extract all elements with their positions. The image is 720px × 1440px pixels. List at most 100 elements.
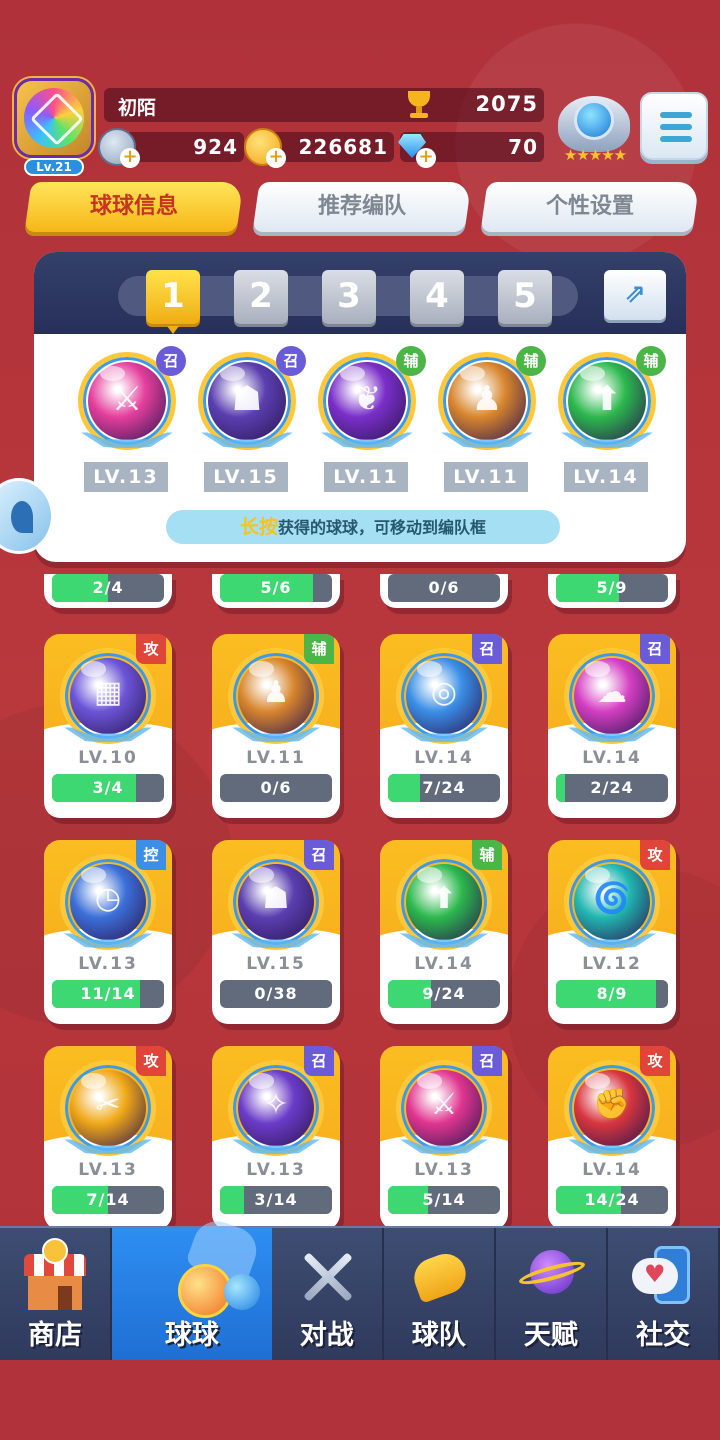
tab-label: 推荐编队 (317, 194, 406, 219)
ball-glyph: ✊ (593, 1086, 631, 1122)
tab-ball-info[interactable]: 球球信息 (24, 182, 244, 232)
ball-type-tag: 辅 (304, 634, 334, 664)
formation-slot-3[interactable]: 3 (322, 270, 376, 324)
ball-card[interactable]: ✂ 攻 LV.13 7/14 (44, 1046, 172, 1230)
nav-shop[interactable]: 商店 (0, 1228, 113, 1360)
gold-resource[interactable]: + 226681 (244, 128, 394, 168)
nav-balls[interactable]: 球球 (112, 1214, 272, 1360)
card-progress-bar: 11/14 (52, 980, 164, 1008)
ball-card[interactable]: ◷ 控 LV.13 11/14 (44, 840, 172, 1024)
card-progress-bar: 5/14 (388, 1186, 500, 1214)
ball-card[interactable]: ⚔ 召 LV.13 5/14 (380, 1046, 508, 1230)
ball-type-tag: 召 (304, 1046, 334, 1076)
swords-icon (292, 1240, 362, 1310)
card-level: LV.14 (414, 748, 474, 768)
player-avatar[interactable]: Lv.21 (10, 74, 98, 176)
whistle-icon (404, 1240, 474, 1310)
ball-glyph: ◎ (430, 674, 458, 710)
ball-glyph: ⬆ (431, 880, 457, 916)
ball-glyph: ❦ (352, 379, 382, 420)
player-name: 初陌 (118, 97, 157, 119)
add-diamond-icon[interactable]: + (416, 148, 436, 168)
formation-ball[interactable]: ⚔ 召 (72, 346, 186, 454)
ball-card-partial[interactable]: 5/9 (548, 574, 676, 608)
nav-label: 球球 (164, 1320, 219, 1351)
formation-slot-4[interactable]: 4 (410, 270, 464, 324)
formation-slot-1[interactable]: 1 (146, 270, 200, 334)
card-progress-bar: 2/24 (556, 774, 668, 802)
bottom-nav: 商店 球球 对战 球队 天赋 社交 (0, 1214, 720, 1360)
ball-card[interactable]: 🌀 攻 LV.12 8/9 (548, 840, 676, 1024)
ball-card[interactable]: ☁ 召 LV.14 2/24 (548, 634, 676, 818)
card-progress-text: 5/14 (422, 1190, 466, 1209)
card-progress-bar: 8/9 (556, 980, 668, 1008)
silver-resource[interactable]: + 924 (98, 128, 244, 168)
formation-ball[interactable]: ♟ 辅 (432, 346, 546, 454)
hint-highlight: 长按 (239, 516, 278, 538)
ball-glyph: ✧ (263, 1086, 289, 1122)
card-progress-bar: 3/4 (52, 774, 164, 802)
menu-button[interactable] (640, 92, 708, 160)
formation-ball[interactable]: ❦ 辅 (312, 346, 426, 454)
ball-card[interactable]: ▦ 攻 LV.10 3/4 (44, 634, 172, 818)
nav-team[interactable]: 球队 (384, 1228, 496, 1360)
planet-icon (516, 1240, 587, 1310)
lower-background (0, 1360, 720, 1440)
ball-card-partial[interactable]: 5/6 (212, 574, 340, 608)
ball-type-tag: 攻 (640, 1046, 670, 1076)
ball-glyph: ⚔ (111, 379, 143, 420)
diamond-count: 70 (508, 135, 538, 159)
tab-label: 个性设置 (545, 194, 634, 219)
card-progress-bar: 0/6 (220, 774, 332, 802)
ball-card[interactable]: ✧ 召 LV.13 3/14 (212, 1046, 340, 1230)
card-progress-text: 3/4 (92, 778, 124, 797)
avatar-gem-icon (24, 88, 84, 148)
formation-slot-5[interactable]: 5 (498, 270, 552, 324)
formation-ball-level: LV.11 (444, 462, 528, 492)
ball-glyph: ◷ (94, 880, 122, 916)
ball-card[interactable]: ◎ 召 LV.14 7/24 (380, 634, 508, 818)
nav-label: 商店 (28, 1320, 83, 1351)
nav-talent[interactable]: 天赋 (496, 1228, 608, 1360)
chat-icon (628, 1240, 698, 1310)
card-progress-text: 2/24 (590, 778, 634, 797)
rank-badge[interactable]: ★★★★★ (556, 90, 632, 166)
add-silver-icon[interactable]: + (120, 148, 140, 168)
formation-panel: 1 2 3 4 5 ⇗ ⚔ 召 LV.13 ☗ 召 LV.15 ❦ 辅 LV.11 ♟ 辅 LV.11… (34, 252, 686, 562)
formation-ball[interactable]: ⬆ 辅 (552, 346, 666, 454)
formation-hint: 长按获得的球球，可移动到编队框 (166, 510, 560, 544)
card-progress-bar: 9/24 (388, 980, 500, 1008)
formation-ball-level: LV.13 (84, 462, 168, 492)
ball-glyph: ♟ (471, 379, 503, 420)
formation-slot-2[interactable]: 2 (234, 270, 288, 324)
card-progress-bar: 0/38 (220, 980, 332, 1008)
hint-text: 获得的球球，可移动到编队框 (278, 518, 487, 537)
share-button[interactable]: ⇗ (604, 270, 666, 320)
ball-card[interactable]: ✊ 攻 LV.14 14/24 (548, 1046, 676, 1230)
ball-type-tag: 召 (472, 634, 502, 664)
tab-recommended-team[interactable]: 推荐编队 (252, 182, 472, 232)
card-progress-text: 8/9 (596, 984, 628, 1003)
card-progress-text: 5/9 (596, 578, 628, 597)
formation-ball-level: LV.15 (204, 462, 288, 492)
card-progress-text: 3/14 (254, 1190, 298, 1209)
ball-glyph: ☁ (597, 674, 627, 710)
diamond-resource[interactable]: + 70 (400, 132, 544, 168)
ball-card[interactable]: ♟ 辅 LV.11 0/6 (212, 634, 340, 818)
rank-gem-icon (574, 100, 614, 140)
ball-card[interactable]: ⬆ 辅 LV.14 9/24 (380, 840, 508, 1024)
add-gold-icon[interactable]: + (266, 148, 286, 168)
card-level: LV.10 (78, 748, 138, 768)
nav-battle[interactable]: 对战 (272, 1228, 384, 1360)
ball-card-partial[interactable]: 0/6 (380, 574, 508, 608)
nav-social[interactable]: 社交 (608, 1228, 720, 1360)
tab-personal-settings[interactable]: 个性设置 (480, 182, 700, 232)
ball-glyph: ☗ (262, 880, 290, 916)
card-level: LV.13 (414, 1160, 474, 1180)
ball-card-partial[interactable]: 2/4 (44, 574, 172, 608)
ball-card[interactable]: ☗ 召 LV.15 0/38 (212, 840, 340, 1024)
formation-ball[interactable]: ☗ 召 (192, 346, 306, 454)
gold-count: 226681 (298, 135, 388, 159)
trophy-icon (402, 91, 436, 119)
card-progress-bar: 7/24 (388, 774, 500, 802)
